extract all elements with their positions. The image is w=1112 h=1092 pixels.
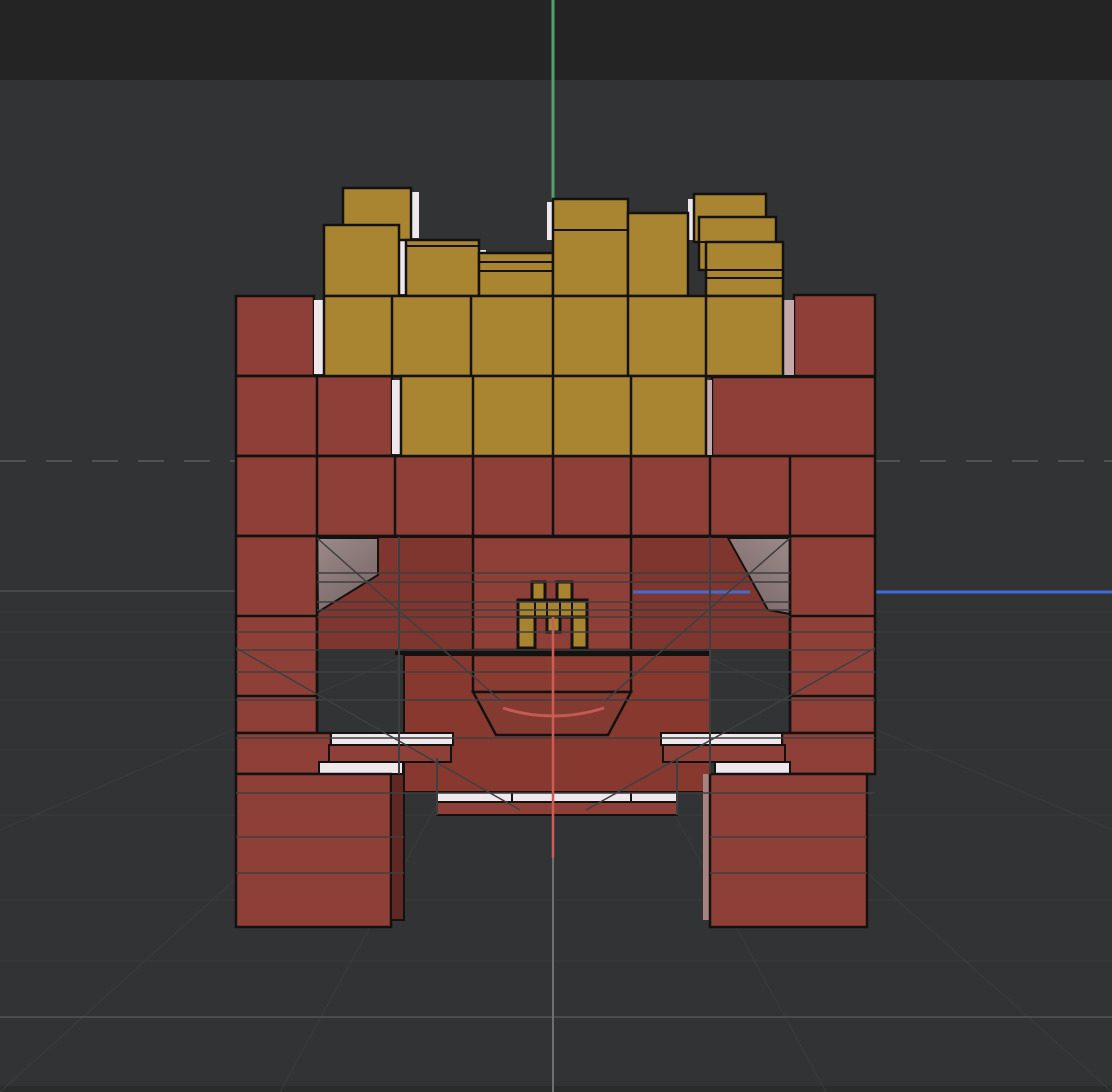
right-leg[interactable] bbox=[710, 774, 867, 927]
left-leg-top bbox=[319, 762, 403, 774]
red-voxel-block[interactable] bbox=[790, 536, 875, 733]
footer-strip bbox=[0, 1086, 1112, 1092]
gold-voxel-block[interactable] bbox=[553, 199, 628, 296]
red-voxel-block[interactable] bbox=[236, 536, 317, 733]
red-voxel-block[interactable] bbox=[236, 376, 392, 456]
gold-voxel-block[interactable] bbox=[324, 225, 399, 296]
left-leg-side bbox=[391, 774, 404, 920]
right-step-front[interactable] bbox=[663, 745, 785, 762]
red-voxel-block[interactable] bbox=[794, 295, 875, 377]
mouth-bottom-band bbox=[437, 802, 677, 815]
gold-voxel-block[interactable] bbox=[628, 213, 688, 296]
gold-m-voxel[interactable] bbox=[532, 582, 545, 600]
scene-svg[interactable] bbox=[0, 0, 1112, 1092]
red-voxel-block[interactable] bbox=[236, 456, 875, 536]
right-leg-top bbox=[715, 762, 790, 774]
left-leg[interactable] bbox=[236, 774, 391, 927]
side-face-highlight bbox=[314, 300, 324, 374]
header-bar-overlay bbox=[0, 0, 1112, 80]
left-step-top bbox=[331, 733, 453, 745]
gold-m-voxel[interactable] bbox=[557, 582, 572, 600]
side-face-shaded bbox=[783, 300, 794, 375]
red-voxel-block[interactable] bbox=[712, 377, 875, 457]
gold-voxel-block[interactable] bbox=[406, 240, 479, 296]
gold-voxel-block[interactable] bbox=[479, 253, 553, 296]
red-voxel-block[interactable] bbox=[236, 296, 314, 376]
header-bar bbox=[0, 0, 1112, 80]
red-voxel-block[interactable] bbox=[236, 733, 331, 774]
viewport-3d[interactable] bbox=[0, 0, 1112, 1092]
red-voxel-block[interactable] bbox=[782, 733, 875, 774]
side-face-highlight bbox=[392, 380, 401, 454]
